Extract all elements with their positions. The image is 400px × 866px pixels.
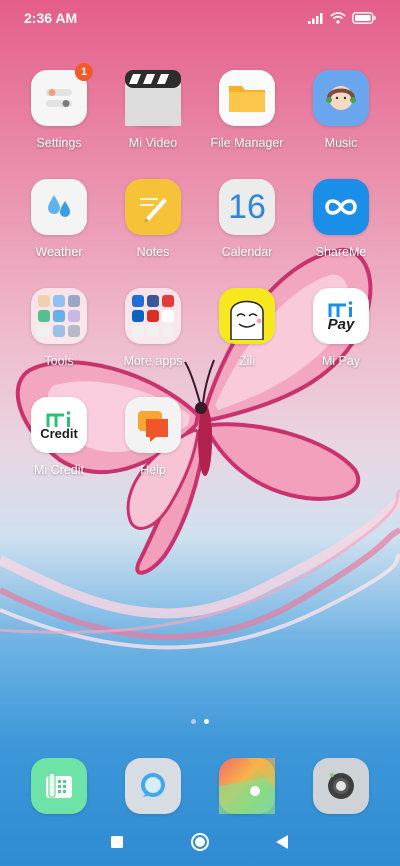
help-icon (125, 397, 181, 453)
shareme-icon (313, 179, 369, 235)
dock-phone[interactable] (12, 758, 106, 814)
app-label: Help (140, 463, 166, 477)
app-zili[interactable]: Zili (200, 288, 294, 368)
status-time: 2:36 AM (24, 10, 78, 26)
app-label: Notes (136, 245, 170, 259)
recents-button[interactable] (106, 831, 128, 853)
mi-credit-logo-text: Credit (40, 425, 78, 441)
app-tools-folder[interactable]: Tools (12, 288, 106, 368)
app-label: Zili (239, 354, 255, 368)
phone-icon (31, 758, 87, 814)
battery-icon (352, 12, 376, 24)
app-label: Weather (35, 245, 83, 259)
home-button[interactable] (189, 831, 211, 853)
app-label: More apps (123, 354, 183, 368)
app-label: File Manager (210, 136, 284, 150)
music-icon (313, 70, 369, 126)
home-icon (191, 833, 209, 851)
settings-icon: 1 (31, 63, 93, 126)
tools-folder-icon (31, 288, 87, 344)
app-label: Mi Video (128, 136, 178, 150)
recents-icon (111, 836, 123, 848)
back-icon (276, 835, 288, 849)
app-mi-pay[interactable]: Pay Mi Pay (294, 288, 388, 368)
status-icons (308, 12, 376, 24)
dock-messaging[interactable] (106, 758, 200, 814)
app-label: Music (324, 136, 358, 150)
notification-badge: 1 (75, 63, 93, 81)
app-mi-credit[interactable]: Credit Mi Credit (12, 397, 106, 477)
calendar-day: 16 (228, 188, 266, 226)
app-more-apps-folder[interactable]: More apps (106, 288, 200, 368)
app-calendar[interactable]: 16 Calendar (200, 179, 294, 259)
file-manager-icon (219, 70, 275, 126)
page-dot[interactable] (191, 719, 196, 724)
mi-credit-icon: Credit (31, 397, 87, 453)
notes-icon (125, 179, 181, 235)
app-label: Mi Pay (321, 354, 361, 368)
app-file-manager[interactable]: File Manager (200, 70, 294, 150)
app-music[interactable]: Music (294, 70, 388, 150)
app-label: Tools (44, 354, 74, 368)
app-label: Calendar (221, 245, 273, 259)
wifi-icon (330, 12, 346, 24)
navigation-bar (0, 826, 400, 858)
dock-camera[interactable] (294, 758, 388, 814)
back-button[interactable] (271, 831, 293, 853)
mi-pay-icon: Pay (313, 288, 369, 344)
signal-icon (308, 13, 323, 24)
app-shareme[interactable]: ShareMe (294, 179, 388, 259)
app-settings[interactable]: 1 Settings (12, 63, 106, 150)
status-bar: 2:36 AM (0, 0, 400, 36)
page-indicator (0, 719, 400, 724)
mi-pay-logo-text: Pay (327, 315, 355, 333)
app-weather[interactable]: Weather (12, 179, 106, 259)
more-apps-folder-icon (125, 288, 181, 344)
app-help[interactable]: Help (106, 397, 200, 477)
mi-video-icon (125, 70, 181, 126)
app-mi-video[interactable]: Mi Video (106, 70, 200, 150)
camera-icon (313, 758, 369, 814)
weather-icon (31, 179, 87, 235)
app-label: Settings (36, 136, 82, 150)
messaging-icon (125, 758, 181, 814)
browser-icon (219, 758, 275, 814)
zili-icon (219, 288, 275, 344)
page-dot-active[interactable] (204, 719, 209, 724)
dock-browser[interactable] (200, 758, 294, 814)
app-notes[interactable]: Notes (106, 179, 200, 259)
calendar-icon: 16 (219, 179, 275, 235)
app-label: ShareMe (315, 245, 367, 259)
app-label: Mi Credit (33, 463, 84, 477)
